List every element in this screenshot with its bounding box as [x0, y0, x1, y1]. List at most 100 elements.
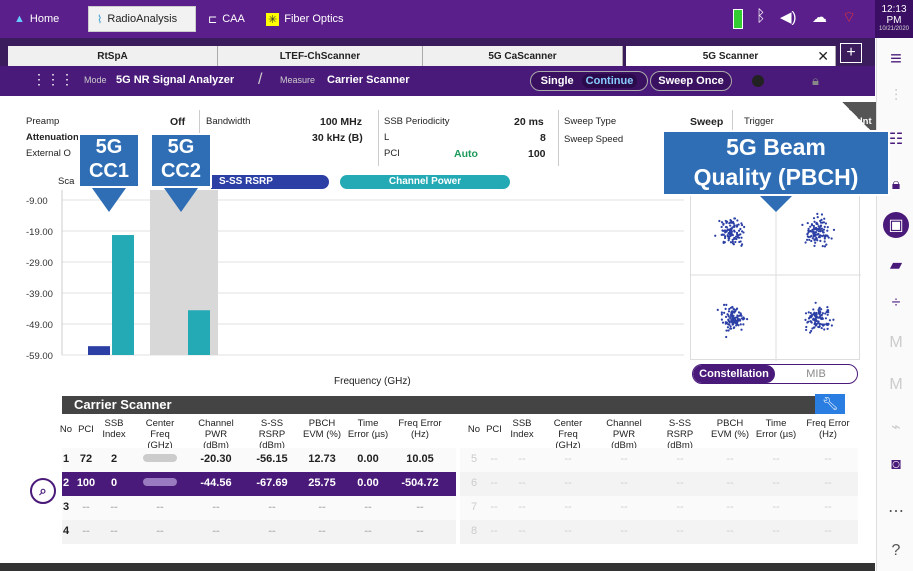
- more-icon[interactable]: ⋯: [883, 498, 909, 524]
- constellation-point: [806, 221, 809, 225]
- screenshot-icon[interactable]: ◙: [883, 452, 909, 478]
- constellation-point: [729, 218, 732, 222]
- constellation-point: [731, 226, 734, 229]
- pci-value[interactable]: 100: [528, 148, 546, 160]
- table-cell: -67.69: [256, 477, 288, 489]
- bandwidth-value[interactable]: 100 MHz: [320, 116, 362, 128]
- constellation-mib-toggle[interactable]: Constellation MIB: [692, 364, 858, 384]
- volume-icon: ◀): [780, 9, 797, 26]
- record-icon[interactable]: [752, 75, 764, 87]
- add-tab-button[interactable]: +: [840, 43, 862, 63]
- constellation-point: [810, 239, 813, 243]
- peak-icon[interactable]: ⌁: [883, 414, 909, 440]
- single-continue-toggle[interactable]: Single Continue: [530, 71, 648, 91]
- save-icon[interactable]: ▣: [883, 212, 909, 238]
- filter-icon[interactable]: ⫶: [883, 84, 909, 110]
- lock-icon[interactable]: 🔒︎: [812, 73, 819, 89]
- callout-cc2-arrow: [164, 188, 198, 212]
- table-cell: --: [564, 477, 572, 489]
- constellation-point: [819, 230, 822, 233]
- bar-channel-power-cc2[interactable]: [188, 310, 210, 355]
- x-axis-label: Frequency (GHz): [334, 376, 411, 387]
- constellation-point: [722, 303, 726, 307]
- table-settings-button[interactable]: 🔧︎: [815, 394, 845, 414]
- constellation-point: [720, 221, 724, 224]
- preamp-value[interactable]: Off: [170, 116, 185, 128]
- tab-5g-cascanner[interactable]: 5G CaScanner: [423, 46, 623, 66]
- column-header: Freq Error (Hz): [806, 418, 850, 440]
- close-tab-icon[interactable]: ✕: [817, 48, 829, 65]
- tab-5g-scanner[interactable]: 5G Scanner ✕: [626, 46, 836, 66]
- apps-grid-button[interactable]: ⋮⋮⋮: [32, 71, 74, 91]
- constellation-point: [806, 233, 809, 236]
- caa-tab[interactable]: ⊏ CAA: [200, 6, 253, 32]
- fiberoptics-tab[interactable]: ✳ Fiber Optics: [258, 6, 352, 32]
- split-icon[interactable]: ÷: [883, 290, 909, 316]
- measurement-tabs: RtSpA LTEF-ChScanner 5G CaScanner 5G Sca…: [0, 38, 875, 66]
- column-header: SSB Index: [102, 418, 126, 440]
- l-value[interactable]: 8: [540, 132, 546, 144]
- constellation-point: [737, 324, 740, 327]
- marker-list-icon[interactable]: M: [883, 372, 909, 398]
- constellation-point: [823, 225, 826, 228]
- mode-value[interactable]: 5G NR Signal Analyzer: [116, 74, 234, 86]
- constellation-point: [735, 237, 738, 241]
- caa-icon: ⊏: [208, 13, 218, 26]
- bar-channel-power-cc1[interactable]: [112, 235, 134, 355]
- constellation-point: [827, 309, 830, 312]
- constellation-point: [818, 325, 821, 328]
- table-cell: 25.75: [308, 477, 336, 489]
- constellation-point: [826, 226, 829, 229]
- constellation-panel: [690, 188, 861, 361]
- constellation-point: [804, 312, 808, 315]
- table-cell: --: [318, 525, 326, 537]
- constellation-point: [826, 229, 829, 232]
- table-cell: --: [726, 501, 734, 513]
- constellation-point: [727, 314, 730, 317]
- ssb-period-value[interactable]: 20 ms: [514, 116, 544, 128]
- constellation-point: [813, 220, 816, 223]
- constellation-point: [813, 322, 816, 326]
- constellation-point: [735, 308, 738, 311]
- constellation-point: [812, 326, 815, 329]
- constellation-point: [814, 230, 818, 234]
- sweep-type-value[interactable]: Sweep: [690, 116, 723, 128]
- constellation-point: [734, 321, 737, 325]
- radioanalysis-tab[interactable]: ⌇ RadioAnalysis: [88, 6, 196, 32]
- scs-value[interactable]: 30 kHz (B): [312, 132, 363, 144]
- column-header: Channel PWR (dBm): [198, 418, 234, 451]
- constellation-point: [732, 222, 735, 225]
- help-icon[interactable]: ?: [883, 538, 909, 564]
- home-tab[interactable]: ▲ Home: [6, 6, 67, 32]
- constellation-point: [815, 236, 818, 239]
- search-row-button[interactable]: ⌕: [30, 478, 56, 504]
- constellation-point: [824, 235, 827, 238]
- marker-icon[interactable]: M: [883, 330, 909, 356]
- constellation-point: [808, 316, 811, 319]
- column-header: Center Freq (GHz): [553, 418, 583, 451]
- mib-button[interactable]: MIB: [775, 365, 857, 383]
- bar-rsrp-cc1[interactable]: [88, 346, 110, 355]
- sweep-once-button[interactable]: Sweep Once: [650, 71, 732, 91]
- constellation-button[interactable]: Constellation: [693, 365, 775, 383]
- constellation-point: [816, 232, 820, 236]
- constellation-point: [729, 227, 732, 230]
- constellation-point: [826, 323, 829, 326]
- tab-ltef-chscanner[interactable]: LTEF-ChScanner: [218, 46, 423, 66]
- tab-rtspa[interactable]: RtSpA: [8, 46, 218, 66]
- constellation-point: [739, 323, 742, 326]
- constellation-point: [826, 306, 829, 309]
- constellation-point: [731, 305, 734, 309]
- pci-mode[interactable]: Auto: [454, 148, 478, 160]
- menu-icon[interactable]: ≡: [883, 46, 909, 72]
- constellation-point: [820, 308, 823, 311]
- measure-value[interactable]: Carrier Scanner: [327, 74, 410, 86]
- folder-icon[interactable]: ▰: [883, 252, 909, 278]
- constellation-point: [732, 322, 735, 326]
- constellation-point: [735, 225, 739, 228]
- table-headers: No PCI SSB Index Center Freq (GHz) Channel P…: [0, 416, 876, 451]
- constellation-point: [822, 323, 825, 326]
- table-cell: --: [564, 453, 572, 465]
- table-cell: --: [772, 525, 780, 537]
- constellation-point: [823, 328, 826, 331]
